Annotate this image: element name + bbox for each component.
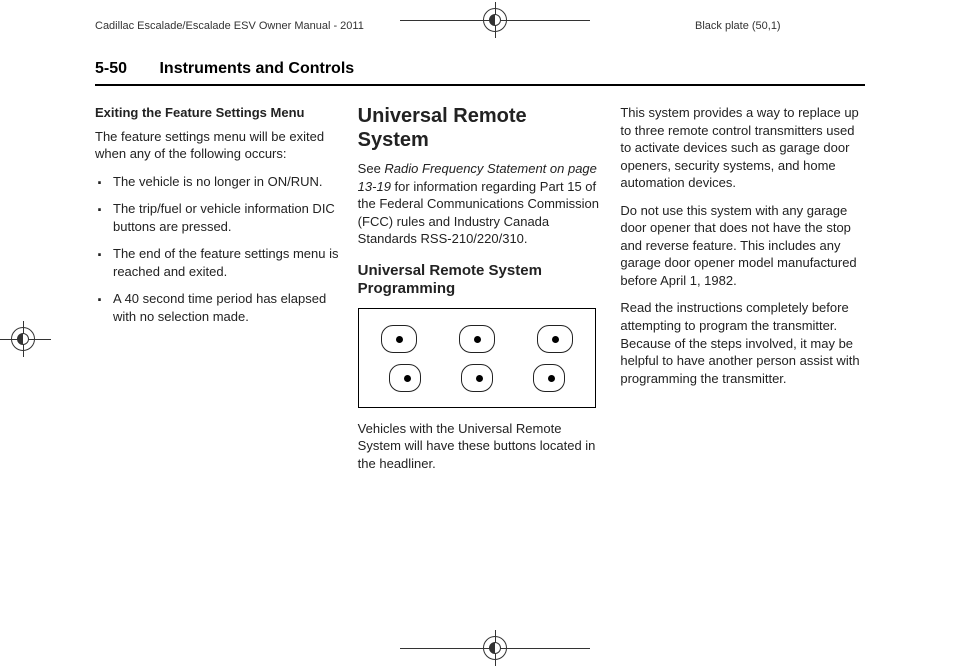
column-2: Universal Remote System See Radio Freque… bbox=[358, 104, 603, 482]
list-item: The vehicle is no longer in ON/RUN. bbox=[95, 173, 340, 191]
column-3: This system provides a way to replace up… bbox=[620, 104, 865, 482]
registration-mark-bottom bbox=[480, 633, 510, 663]
remote-buttons-figure bbox=[358, 308, 596, 408]
registration-mark-top bbox=[480, 5, 510, 35]
exiting-intro: The feature settings menu will be exited… bbox=[95, 128, 340, 163]
list-item: A 40 second time period has elapsed with… bbox=[95, 290, 340, 325]
print-meta-bar: Cadillac Escalade/Escalade ESV Owner Man… bbox=[0, 20, 954, 32]
warning-paragraph: Do not use this system with any garage d… bbox=[620, 202, 865, 290]
registration-mark-left bbox=[8, 324, 38, 354]
list-item: The trip/fuel or vehicle information DIC… bbox=[95, 200, 340, 235]
programming-heading: Universal Remote System Programming bbox=[358, 262, 603, 298]
figure-caption: Vehicles with the Universal Remote Syste… bbox=[358, 420, 603, 473]
page-header: 5-50 Instruments and Controls bbox=[95, 60, 865, 86]
remote-button-icon bbox=[461, 364, 493, 392]
fcc-paragraph: See Radio Frequency Statement on page 13… bbox=[358, 160, 603, 248]
exiting-heading: Exiting the Feature Settings Menu bbox=[95, 104, 340, 122]
page-content: 5-50 Instruments and Controls Exiting th… bbox=[95, 60, 865, 482]
instructions-paragraph: Read the instructions completely before … bbox=[620, 299, 865, 387]
list-item: The end of the feature settings menu is … bbox=[95, 245, 340, 280]
remote-button-icon bbox=[389, 364, 421, 392]
content-columns: Exiting the Feature Settings Menu The fe… bbox=[95, 104, 865, 482]
remote-button-icon bbox=[381, 325, 417, 353]
section-title: Instruments and Controls bbox=[159, 60, 354, 77]
page-number: 5-50 bbox=[95, 60, 127, 77]
remote-button-icon bbox=[537, 325, 573, 353]
exit-conditions-list: The vehicle is no longer in ON/RUN. The … bbox=[95, 173, 340, 326]
universal-remote-heading: Universal Remote System bbox=[358, 104, 603, 152]
column-1: Exiting the Feature Settings Menu The fe… bbox=[95, 104, 340, 482]
remote-button-icon bbox=[459, 325, 495, 353]
system-description: This system provides a way to replace up… bbox=[620, 104, 865, 192]
doc-title: Cadillac Escalade/Escalade ESV Owner Man… bbox=[0, 20, 364, 32]
remote-button-icon bbox=[533, 364, 565, 392]
plate-label: Black plate (50,1) bbox=[695, 20, 781, 32]
